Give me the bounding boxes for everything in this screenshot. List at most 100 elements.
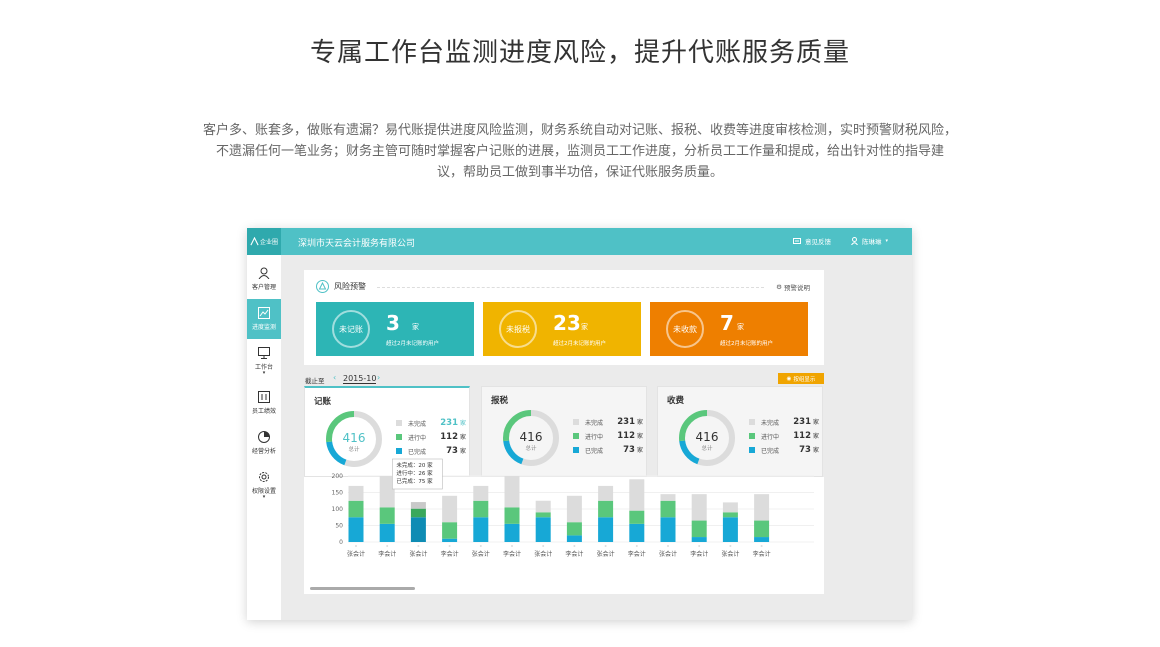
bar-segment[interactable] (754, 520, 770, 538)
bar-segment[interactable] (691, 537, 707, 542)
sidebar-item-progress[interactable]: 进度监测 (247, 299, 281, 339)
risk-card-unbooked[interactable]: 未记账 3 家 超过2月未记账的用户 (316, 302, 474, 356)
feedback-link[interactable]: 意见反馈 (793, 236, 831, 246)
chevron-down-icon: ▾ (262, 493, 266, 500)
x-tick-dot (635, 545, 638, 547)
chevron-down-icon: ▾ (885, 238, 889, 244)
risk-explain-link[interactable]: ⚙ 预警说明 (776, 282, 810, 292)
hero-desc-line: 议，帮助员工做到事半功倍，保证代账服务质量。 (436, 165, 723, 180)
x-tick-label: 张会计 (721, 550, 739, 558)
stat-tabs: 记账 416 总计 未完成 231 家进行中 112 家已完成 73 家 报税 416 总计 未完成 23… (304, 386, 824, 477)
bar-segment[interactable] (660, 517, 676, 542)
bar-segment[interactable] (410, 517, 426, 542)
bar-segment[interactable] (473, 517, 489, 542)
legend-unit: 家 (459, 434, 466, 441)
alert-bell-icon (316, 280, 329, 293)
app-window: 企业圈 深圳市天云会计服务有限公司 意见反馈 陈琳琳 ▾ 客户管理 进度监测 工… (247, 228, 912, 620)
sidebar-item-label: 进度监测 (251, 324, 276, 331)
donut-chart: 416总计 (326, 411, 382, 467)
legend-swatch (573, 433, 579, 439)
x-tick-dot (604, 545, 607, 547)
donut-total-label: 总计 (348, 445, 360, 453)
risk-card-sub: 超过2月未记账的用户 (553, 341, 606, 347)
sidebar-item-analysis[interactable]: 经营分析 (247, 423, 281, 463)
donut-total: 416 (520, 430, 543, 444)
bar-segment[interactable] (660, 500, 676, 518)
bar-segment[interactable] (629, 510, 645, 524)
bar-segment[interactable] (442, 538, 458, 542)
risk-card-unit: 家 (581, 323, 588, 331)
risk-card-unpaid[interactable]: 未收款 7 家 超过2月未记账的用户 (650, 302, 808, 356)
stat-card-bookkeeping[interactable]: 记账 416 总计 未完成 231 家进行中 112 家已完成 73 家 (304, 386, 470, 477)
prev-month-button[interactable]: ‹ (333, 373, 336, 382)
donut-total-label: 总计 (701, 444, 713, 452)
bar-segment[interactable] (473, 500, 489, 518)
bar-segment[interactable] (660, 494, 676, 501)
bar-segment[interactable] (754, 494, 770, 521)
y-tick-label: 100 (332, 506, 344, 513)
bar-segment[interactable] (379, 507, 395, 524)
x-tick-dot (417, 545, 420, 547)
legend-label: 未完成 (408, 421, 427, 428)
feedback-label: 意见反馈 (805, 238, 831, 246)
next-month-button[interactable]: › (377, 373, 380, 382)
legend-unit: 家 (636, 433, 643, 440)
risk-card-unit: 家 (737, 323, 744, 331)
bar-segment[interactable] (691, 520, 707, 538)
bar-segment[interactable] (691, 494, 707, 521)
bar-segment[interactable] (504, 507, 520, 524)
sidebar-item-permissions[interactable]: 权限设置 ▾ (247, 465, 281, 505)
user-menu[interactable]: 陈琳琳 ▾ (851, 236, 888, 246)
legend-value: 231 家 (793, 417, 819, 427)
bar-segment[interactable] (598, 517, 614, 542)
legend-number: 73 (623, 445, 635, 455)
bar-segment[interactable] (722, 502, 738, 513)
stat-card-tax[interactable]: 报税 416 总计 未完成 231 家进行中 112 家已完成 73 家 (481, 386, 647, 477)
bar-segment[interactable] (348, 517, 364, 542)
bar-segment[interactable] (722, 517, 738, 542)
bar-segment[interactable] (629, 523, 645, 542)
legend-number: 112 (440, 432, 458, 442)
bar-segment[interactable] (410, 502, 426, 509)
bar-segment[interactable] (754, 537, 770, 542)
bar-segment[interactable] (722, 512, 738, 518)
sidebar-item-performance[interactable]: 员工绩效 (247, 383, 281, 423)
bar-segment[interactable] (379, 523, 395, 542)
bar-segment[interactable] (348, 485, 364, 501)
bar-segment[interactable] (504, 523, 520, 542)
bar-segment[interactable] (410, 508, 426, 518)
x-tick-label: 李会计 (565, 550, 583, 558)
group-display-button[interactable]: ◉ 按组显示 (778, 373, 824, 384)
stat-title: 记账 (314, 397, 332, 407)
legend-number: 112 (617, 431, 635, 441)
legend-row: 未完成 231 家 (749, 417, 819, 427)
risk-card-untaxed[interactable]: 未报税 23 家 超过2月未记账的用户 (483, 302, 641, 356)
date-value[interactable]: 2015-10 (343, 374, 377, 384)
tooltip-line: 进行中：26 家 (396, 469, 433, 477)
bar-segment[interactable] (566, 522, 582, 536)
bar-tooltip: 未完成：20 家进行中：26 家已完成：75 家 (392, 458, 443, 490)
bar-segment[interactable] (535, 517, 551, 542)
legend-row: 未完成 231 家 (396, 418, 466, 428)
bar-segment[interactable] (504, 476, 520, 508)
donut-chart: 416总计 (679, 410, 735, 466)
bar-segment[interactable] (535, 500, 551, 513)
bar-segment[interactable] (566, 535, 582, 542)
legend-swatch (573, 419, 579, 425)
stat-card-fees[interactable]: 收费 416 总计 未完成 231 家进行中 112 家已完成 73 家 (657, 386, 823, 477)
risk-card-count: 7 (720, 311, 734, 335)
bar-segment[interactable] (598, 500, 614, 518)
bar-segment[interactable] (473, 485, 489, 501)
horizontal-scrollbar[interactable] (310, 587, 415, 590)
x-tick-label: 张会计 (347, 550, 365, 558)
sidebar-item-customers[interactable]: 客户管理 (247, 259, 281, 299)
bar-segment[interactable] (442, 522, 458, 539)
bar-segment[interactable] (566, 495, 582, 523)
bar-segment[interactable] (629, 479, 645, 511)
bar-segment[interactable] (598, 485, 614, 501)
bar-segment[interactable] (348, 500, 364, 518)
sidebar-item-workbench[interactable]: 工作台 ▾ (247, 341, 281, 381)
bar-segment[interactable] (535, 512, 551, 518)
bar-segment[interactable] (442, 495, 458, 523)
logo[interactable]: 企业圈 (247, 228, 281, 255)
